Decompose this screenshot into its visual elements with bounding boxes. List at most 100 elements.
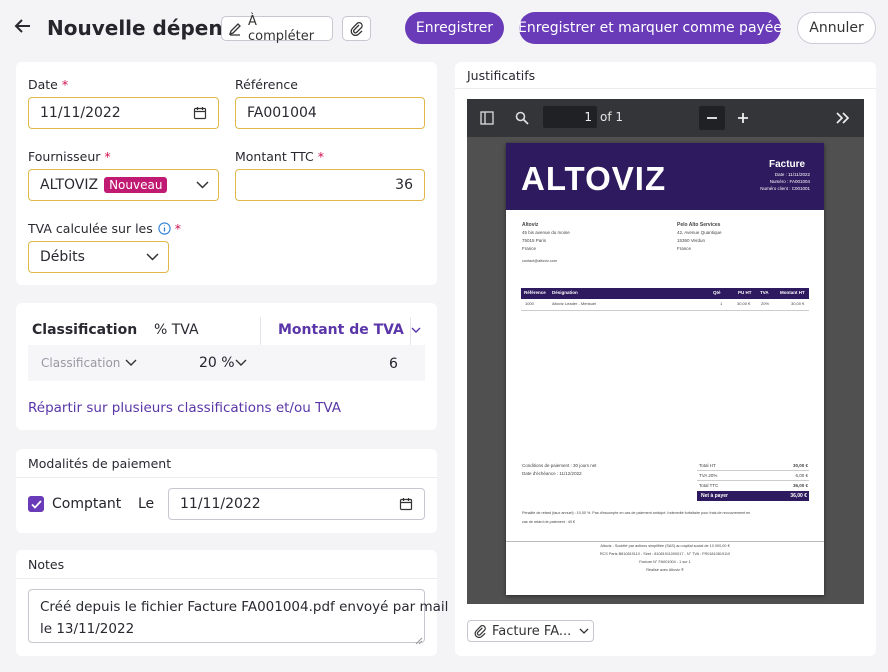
footer-line: Facture N° FA001004 - 1 sur 1 (639, 560, 691, 564)
new-badge: Nouveau (104, 177, 168, 193)
invoice-logo: ALTOVIZ (521, 160, 667, 197)
seller-line: 75015 Paris (522, 238, 547, 243)
page-title: Nouvelle dépense (47, 16, 249, 40)
footer-line: Altoviz - Société par actions simplifiée… (600, 544, 730, 548)
total-label: Total HT (699, 463, 716, 468)
invoice-meta: Numéro : FA001004 (769, 179, 810, 184)
calendar-icon[interactable] (192, 105, 208, 121)
seller-line: 45 bis avenue du moine (522, 230, 570, 235)
file-chip[interactable]: Facture FA... (467, 620, 594, 642)
search-icon[interactable] (514, 110, 530, 126)
pdf-viewer: 1 of 1 ALTOVIZ Facture Date : 11/11/2022… (467, 99, 864, 604)
pencil-icon (228, 22, 242, 36)
le-label: Le (138, 496, 155, 512)
status-button[interactable]: À compléter (221, 14, 333, 44)
penalty-line: cas de retard de paiement : 40 € (522, 520, 576, 524)
chevron-down-icon[interactable] (144, 249, 160, 265)
notes-textarea[interactable]: Créé depuis le fichier Facture FA001004.… (28, 589, 449, 643)
divider (16, 477, 437, 478)
table-header-cell: Référence (524, 290, 546, 295)
save-button[interactable]: Enregistrer (405, 12, 504, 44)
cancel-button[interactable]: Annuler (797, 12, 876, 44)
payment-date-value: 11/11/2022 (180, 496, 261, 512)
paperclip-icon (350, 21, 364, 36)
classification-select[interactable]: Classification (41, 356, 120, 370)
back-arrow-icon[interactable] (14, 17, 34, 39)
table-cell: 20% (761, 301, 770, 306)
table-cell: 30,00 € (737, 301, 751, 306)
vat-rate-select[interactable]: 20 % (199, 355, 235, 371)
col-vat-amount[interactable]: Montant de TVA (278, 322, 421, 338)
total-value: 30,00 € (792, 463, 808, 468)
divider (455, 88, 876, 89)
date-field[interactable]: 11/11/2022 (28, 97, 219, 129)
table-header-cell: Montant HT (780, 290, 805, 295)
chevron-down-icon (579, 628, 589, 634)
buyer-line: 15360 Verdun (677, 238, 706, 243)
col-separator (410, 317, 411, 345)
chevron-down-icon[interactable] (124, 356, 138, 370)
table-rule (521, 310, 809, 311)
buyer-line: 42, Avenue Quantique (677, 230, 722, 235)
chevron-down-icon[interactable] (194, 177, 210, 193)
totals-rule (697, 480, 809, 481)
sort-chevron-icon (411, 327, 421, 334)
resize-grip-icon[interactable] (415, 634, 423, 645)
details-card: Date * 11/11/2022 Référence FA001004 Fou… (16, 62, 437, 285)
buyer-line: Pelo Alto Services (677, 222, 721, 228)
table-header-cell: Qté (713, 290, 721, 295)
total-value: 36,00 € (792, 483, 808, 488)
supplier-label: Fournisseur * (28, 149, 111, 164)
total-label: Total TTC (699, 483, 719, 488)
reference-field[interactable]: FA001004 (235, 97, 425, 129)
table-cell: 1 (720, 301, 723, 306)
seller-line: France (522, 246, 537, 251)
col-vat-rate: % TVA (154, 322, 199, 338)
footer-line: RCS Paris B810819110 - Siret : 810819110… (599, 552, 731, 556)
attachments-section-title: Justificatifs (467, 68, 536, 83)
notes-line: Créé depuis le fichier Facture FA001004.… (40, 599, 449, 615)
paperclip-icon (474, 624, 487, 638)
payment-condition: Conditions de paiement : 30 jours net (522, 463, 597, 468)
seller-line: contact@altoviz.com (522, 259, 558, 263)
page-total: of 1 (600, 110, 624, 124)
chevron-down-icon[interactable] (234, 356, 248, 370)
amount-field[interactable]: 36 (235, 169, 425, 201)
vat-calc-label: TVA calculée sur les * (28, 221, 182, 236)
table-cell: 30,00 € (791, 301, 805, 306)
page-input[interactable]: 1 (543, 106, 597, 128)
payment-date-field[interactable]: 11/11/2022 (168, 488, 425, 520)
file-chip-label: Facture FA... (492, 623, 572, 639)
amount-value: 36 (395, 177, 413, 193)
payment-card: Modalités de paiement Comptant Le 11/11/… (16, 449, 437, 533)
table-cell: Altoviz Leader - Mensuel (552, 301, 597, 306)
vat-calc-value: Débits (40, 249, 85, 265)
date-label: Date * (28, 77, 69, 92)
reference-value: FA001004 (247, 105, 317, 121)
sidebar-toggle-icon[interactable] (479, 110, 495, 126)
total-label: TVA 20% (699, 473, 718, 478)
notes-line: le 13/11/2022 (40, 621, 135, 637)
attach-button[interactable] (342, 16, 371, 41)
calendar-icon[interactable] (398, 496, 414, 512)
cash-label: Comptant (52, 496, 122, 512)
double-chevron-right-icon[interactable] (834, 110, 852, 126)
net-value: 36,00 € (790, 493, 807, 499)
attachments-card: Justificatifs 1 of 1 ALTOVIZ Facture Dat… (455, 62, 876, 656)
invoice-meta: Numéro client : C001001 (760, 186, 810, 191)
invoice-doc-title: Facture (769, 159, 806, 170)
seller-line: Altoviz (522, 222, 539, 228)
split-link[interactable]: Répartir sur plusieurs classifications e… (28, 400, 341, 416)
reference-label: Référence (235, 77, 298, 92)
cash-checkbox[interactable] (28, 496, 44, 512)
save-and-mark-paid-button[interactable]: Enregistrer et marquer comme payée (518, 12, 782, 44)
info-icon[interactable] (158, 222, 171, 235)
col-separator (260, 317, 261, 345)
zoom-out-button[interactable] (699, 106, 725, 130)
pdf-toolbar: 1 of 1 (467, 99, 864, 137)
plus-icon[interactable] (735, 110, 751, 126)
invoice-page: ALTOVIZ Facture Date : 11/11/2022 Numéro… (506, 143, 824, 595)
top-bar: Nouvelle dépense À compléter Enregistrer… (0, 0, 888, 58)
supplier-select[interactable]: ALTOVIZ Nouveau (28, 169, 219, 201)
payment-section-title: Modalités de paiement (28, 456, 172, 471)
